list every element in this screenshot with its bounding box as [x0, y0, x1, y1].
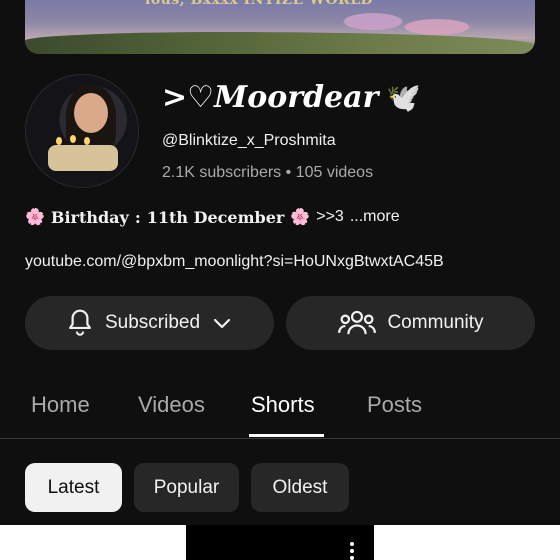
- description-date: 11th December: [146, 207, 285, 227]
- channel-tabs: Home Videos Shorts Posts: [0, 380, 560, 439]
- flower-emoji: 🌸: [290, 209, 311, 226]
- short-thumbnail-right[interactable]: [374, 525, 560, 560]
- avatar-face: [74, 93, 108, 133]
- banner-text: ious, Bxxxx INTIZE WORLD: [145, 0, 374, 8]
- tab-shorts[interactable]: Shorts: [251, 392, 315, 418]
- flower-emoji: 🌸: [25, 209, 45, 226]
- more-link[interactable]: ...more: [350, 208, 400, 226]
- channel-name-text: Moordear: [214, 80, 379, 115]
- avatar-cake: [48, 145, 118, 171]
- description-tail: >>3: [316, 208, 344, 225]
- channel-name-prefix: >♡: [162, 80, 215, 115]
- chip-latest[interactable]: Latest: [25, 463, 122, 512]
- banner-people: [325, 0, 485, 54]
- dove-emoji: 🕊️: [386, 81, 422, 114]
- chip-popular[interactable]: Popular: [134, 463, 239, 512]
- channel-name: >♡ Moordear 🕊️: [162, 80, 421, 115]
- subscribed-button[interactable]: Subscribed: [25, 296, 274, 350]
- community-button[interactable]: Community: [286, 296, 535, 350]
- community-icon: [337, 307, 377, 339]
- subscriber-count: 2.1K subscribers: [162, 164, 282, 181]
- tab-posts[interactable]: Posts: [367, 392, 422, 418]
- description-colon: :: [134, 207, 141, 227]
- channel-link[interactable]: youtube.com/@bpxbm_moonlight?si=HoUNxgBt…: [25, 253, 444, 271]
- more-vert-icon[interactable]: [349, 542, 355, 560]
- candle-flame: [84, 137, 90, 145]
- tab-videos[interactable]: Videos: [138, 392, 205, 418]
- candle-flame: [56, 137, 62, 145]
- channel-description[interactable]: 🌸 Birthday : 11th December 🌸 >>3 ...more: [25, 207, 400, 227]
- chip-oldest[interactable]: Oldest: [251, 463, 349, 512]
- bell-icon: [65, 307, 95, 339]
- candle-flame: [70, 135, 76, 143]
- subscribed-label: Subscribed: [104, 312, 201, 333]
- description-label: Birthday: [50, 207, 129, 227]
- channel-stats: 2.1K subscribers • 105 videos: [162, 164, 373, 182]
- community-label: Community: [387, 312, 484, 333]
- chevron-down-icon: [210, 311, 234, 335]
- short-thumbnail-middle[interactable]: [186, 525, 374, 560]
- channel-handle: @Blinktize_x_Proshmita: [162, 132, 336, 149]
- dot-separator: •: [285, 164, 296, 181]
- video-count: 105 videos: [295, 164, 374, 181]
- tab-home[interactable]: Home: [31, 392, 90, 418]
- channel-avatar[interactable]: [25, 74, 139, 188]
- short-thumbnail-left[interactable]: [0, 525, 186, 560]
- active-tab-indicator: [249, 434, 324, 437]
- channel-banner[interactable]: ious, Bxxxx INTIZE WORLD: [25, 0, 535, 54]
